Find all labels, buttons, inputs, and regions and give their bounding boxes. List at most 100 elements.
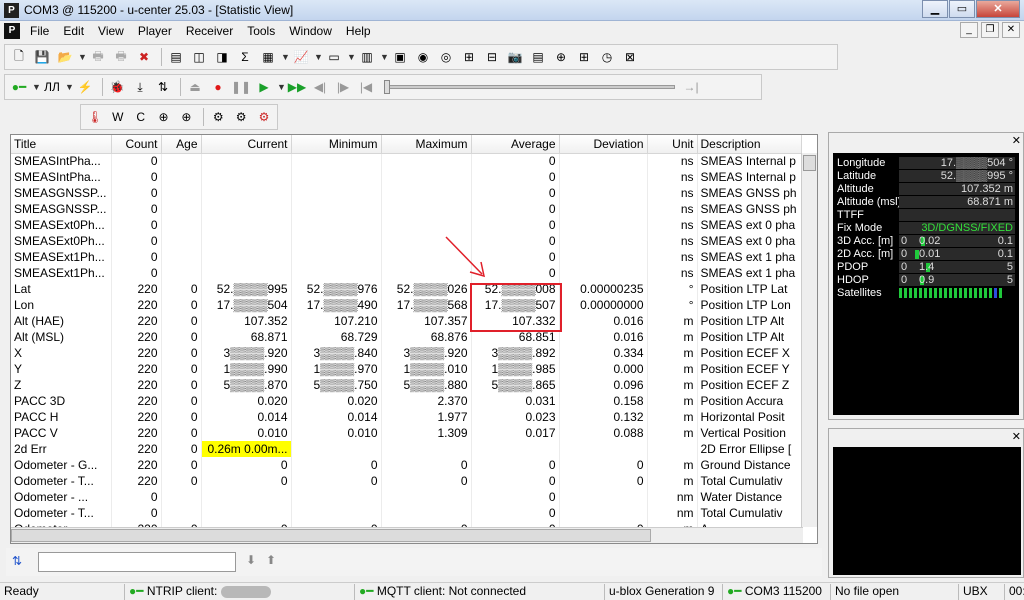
- eject-icon[interactable]: ⏏: [185, 77, 205, 97]
- open-icon[interactable]: 📂: [55, 47, 75, 67]
- chevron-down-icon[interactable]: ▼: [32, 82, 42, 92]
- chevron-down-icon[interactable]: ▼: [281, 52, 291, 62]
- chevron-down-icon[interactable]: ▼: [65, 82, 75, 92]
- table-row[interactable]: PACC V 220 0 0.010 0.010 1.309 0.017 0.088 m Vert…: [11, 425, 802, 441]
- table-row[interactable]: SMEASExt0Ph... 0 0 ns SMEAS ext 0 pha: [11, 217, 802, 233]
- chevron-down-icon[interactable]: ▼: [314, 52, 324, 62]
- table-row[interactable]: SMEASGNSSP... 0 0 ns SMEAS GNSS ph: [11, 201, 802, 217]
- step-back-icon[interactable]: ◀|: [310, 77, 330, 97]
- sky-view-icon[interactable]: ◉: [413, 47, 433, 67]
- record-icon[interactable]: ●: [208, 77, 228, 97]
- chevron-down-icon[interactable]: ▼: [347, 52, 357, 62]
- view-text-icon[interactable]: ▤: [166, 47, 186, 67]
- clock-icon[interactable]: ◷: [597, 47, 617, 67]
- gear-save-icon[interactable]: ⚙: [231, 107, 251, 127]
- menu-tools[interactable]: Tools: [247, 24, 275, 38]
- chevron-down-icon[interactable]: ▼: [380, 52, 390, 62]
- chevron-down-icon[interactable]: ▼: [277, 82, 287, 92]
- column-header-age[interactable]: Age: [161, 135, 202, 154]
- menu-help[interactable]: Help: [346, 24, 371, 38]
- docking-icon[interactable]: ⊕: [551, 47, 571, 67]
- column-header-title[interactable]: Title: [11, 135, 112, 154]
- debug-icon[interactable]: 🐞: [107, 77, 127, 97]
- table-row[interactable]: PACC H 220 0 0.014 0.014 1.977 0.023 0.132 m Hori…: [11, 409, 802, 425]
- column-header-minimum[interactable]: Minimum: [291, 135, 382, 154]
- maximize-button[interactable]: ▭: [949, 0, 975, 18]
- child-restore-button[interactable]: ❐: [981, 22, 999, 38]
- column-header-deviation[interactable]: Deviation: [559, 135, 648, 154]
- chart-icon[interactable]: 📈: [291, 47, 311, 67]
- camera-icon[interactable]: 📷: [505, 47, 525, 67]
- cold-start-icon[interactable]: C: [131, 107, 151, 127]
- table-row[interactable]: 2d Err 220 0 0.26m 0.00m... 2D Error Ellipse…: [11, 441, 802, 457]
- child-minimize-button[interactable]: _: [960, 22, 978, 38]
- rewind-icon[interactable]: |◀: [356, 77, 376, 97]
- grid-icon[interactable]: ⊞: [574, 47, 594, 67]
- baudrate-icon[interactable]: ЛЛ: [42, 77, 62, 97]
- settings-icon[interactable]: ⊠: [620, 47, 640, 67]
- menu-player[interactable]: Player: [138, 24, 172, 38]
- table-row[interactable]: PACC 3D 220 0 0.020 0.020 2.370 0.031 0.158 m Pos…: [11, 393, 802, 409]
- config-receiver-icon[interactable]: ⊕: [177, 107, 197, 127]
- menu-window[interactable]: Window: [289, 24, 332, 38]
- autobauding-icon[interactable]: ⚡: [75, 77, 95, 97]
- view-messages-icon[interactable]: Σ: [235, 47, 255, 67]
- menu-file[interactable]: File: [30, 24, 49, 38]
- child-close-button[interactable]: ✕: [1002, 22, 1020, 38]
- print-icon[interactable]: 🖶: [88, 47, 108, 67]
- column-header-maximum[interactable]: Maximum: [381, 135, 472, 154]
- compass-icon[interactable]: ◎: [436, 47, 456, 67]
- bar-chart-icon[interactable]: ▥: [357, 47, 377, 67]
- menu-receiver[interactable]: Receiver: [186, 24, 233, 38]
- table-row[interactable]: Z 220 0 5▒▒▒▒.870 5▒▒▒▒.750 5▒▒▒▒.880 5▒▒▒▒.86…: [11, 377, 802, 393]
- poll-icon[interactable]: ⊕: [154, 107, 174, 127]
- sort-icon[interactable]: ⇅: [12, 554, 22, 568]
- view-binary-icon[interactable]: ◫: [189, 47, 209, 67]
- table-row[interactable]: Odometer - T... 0 0 nm Total Cumulativ: [11, 505, 802, 521]
- column-header-unit[interactable]: Unit: [647, 135, 698, 154]
- table-row[interactable]: SMEASGNSSP... 0 0 ns SMEAS GNSS ph: [11, 185, 802, 201]
- status-port[interactable]: ●━ COM3 115200: [722, 584, 826, 600]
- warm-start-icon[interactable]: W: [108, 107, 128, 127]
- equalizer-icon[interactable]: ⇅: [153, 77, 173, 97]
- close-icon[interactable]: ✕: [1012, 430, 1021, 443]
- table-row[interactable]: Lat 220 0 52.▒▒▒▒995 52.▒▒▒▒976 52.▒▒▒▒026 52.…: [11, 281, 802, 297]
- histogram-icon[interactable]: ▭: [324, 47, 344, 67]
- table-row[interactable]: Alt (MSL) 220 0 68.871 68.729 68.876 68.851 0.0…: [11, 329, 802, 345]
- minimize-button[interactable]: ▁: [922, 0, 948, 18]
- arrow-up-icon[interactable]: ⬆: [266, 553, 276, 567]
- status-mqtt[interactable]: ●━ MQTT client: Not connected: [354, 584, 600, 600]
- table-row[interactable]: Lon 220 0 17.▒▒▒▒504 17.▒▒▒▒490 17.▒▒▒▒568 17.…: [11, 297, 802, 313]
- step-forward-icon[interactable]: |▶: [333, 77, 353, 97]
- table-row[interactable]: X 220 0 3▒▒▒▒.920 3▒▒▒▒.840 3▒▒▒▒.920 3▒▒▒▒.89…: [11, 345, 802, 361]
- view-config-icon[interactable]: ▦: [258, 47, 278, 67]
- deviation-map-icon[interactable]: ⊞: [459, 47, 479, 67]
- arrow-down-icon[interactable]: ⬇: [246, 553, 256, 567]
- column-header-average[interactable]: Average: [471, 135, 560, 154]
- close-button[interactable]: ✕: [976, 0, 1020, 18]
- table-row[interactable]: Alt (HAE) 220 0 107.352 107.210 107.357 107.33…: [11, 313, 802, 329]
- table-row[interactable]: Y 220 0 1▒▒▒▒.990 1▒▒▒▒.970 1▒▒▒▒.010 1▒▒▒▒.98…: [11, 361, 802, 377]
- table-row[interactable]: SMEASIntPha... 0 0 ns SMEAS Internal p: [11, 169, 802, 185]
- table-row[interactable]: SMEASExt1Ph... 0 0 ns SMEAS ext 1 pha: [11, 265, 802, 281]
- status-ntrip[interactable]: ●━ NTRIP client:: [124, 584, 350, 600]
- vertical-scrollbar[interactable]: [801, 153, 817, 527]
- delete-icon[interactable]: ✖: [134, 47, 154, 67]
- download-icon[interactable]: ⤓: [130, 77, 150, 97]
- close-icon[interactable]: ✕: [1012, 134, 1021, 147]
- save-icon[interactable]: 💾: [32, 47, 52, 67]
- column-header-count[interactable]: Count: [111, 135, 162, 154]
- table-row[interactable]: Odometer - G... 220 0 0 0 0 0 0 m Ground Distance: [11, 457, 802, 473]
- gear-icon[interactable]: ⚙: [208, 107, 228, 127]
- column-header-current[interactable]: Current: [201, 135, 292, 154]
- skip-end-icon[interactable]: →|: [681, 77, 701, 97]
- table-row[interactable]: SMEASExt1Ph... 0 0 ns SMEAS ext 1 pha: [11, 249, 802, 265]
- playback-slider[interactable]: [384, 80, 675, 94]
- connection-icon[interactable]: ●━: [9, 77, 29, 97]
- pause-icon[interactable]: ❚❚: [231, 77, 251, 97]
- table-view-icon[interactable]: ▤: [528, 47, 548, 67]
- table-row[interactable]: Odometer - ... 0 0 nm Water Distance: [11, 489, 802, 505]
- document-icon[interactable]: P: [4, 23, 20, 39]
- menu-edit[interactable]: Edit: [63, 24, 84, 38]
- spectrum-icon[interactable]: ⊟: [482, 47, 502, 67]
